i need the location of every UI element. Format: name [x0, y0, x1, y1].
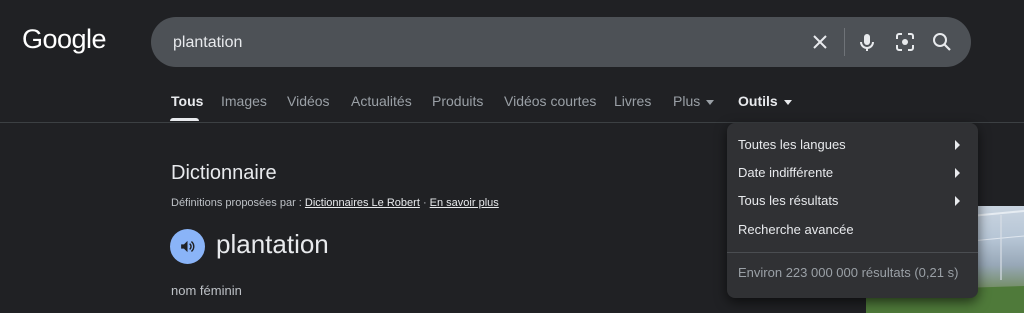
tab-images[interactable]: Images — [221, 93, 267, 109]
learn-more-link[interactable]: En savoir plus — [430, 197, 499, 209]
google-logo[interactable]: Google — [22, 24, 107, 55]
tab-products[interactable]: Produits — [432, 93, 483, 109]
tab-more[interactable]: Plus — [673, 93, 715, 109]
tab-more-label: Plus — [673, 93, 701, 109]
chevron-right-icon — [955, 140, 960, 150]
part-of-speech: nom féminin — [171, 283, 242, 298]
dictionary-word: plantation — [216, 229, 329, 259]
chevron-right-icon — [955, 196, 960, 206]
speaker-icon — [181, 240, 195, 253]
search-divider — [844, 28, 845, 56]
menu-divider — [727, 252, 978, 253]
chevron-down-icon — [783, 99, 792, 105]
search-input[interactable] — [171, 17, 735, 69]
result-stats: Environ 223 000 000 résultats (0,21 s) — [738, 265, 959, 280]
tab-all[interactable]: Tous — [171, 93, 203, 109]
tab-tools-label: Outils — [738, 93, 778, 109]
tools-menu: Toutes les langues Date indifférente Tou… — [727, 123, 978, 298]
microphone-icon[interactable] — [855, 30, 879, 54]
menu-item-languages-label: Toutes les langues — [738, 137, 846, 152]
search-tabs: Tous Images Vidéos Actualités Produits V… — [0, 93, 1024, 123]
menu-item-date[interactable]: Date indifférente — [738, 165, 968, 180]
tab-books[interactable]: Livres — [614, 93, 651, 109]
menu-item-advanced-search[interactable]: Recherche avancée — [738, 222, 968, 237]
pronunciation-button[interactable] — [170, 229, 205, 264]
tab-shorts[interactable]: Vidéos courtes — [504, 93, 596, 109]
search-icon[interactable] — [930, 30, 954, 54]
dictionary-title: Dictionnaire — [171, 162, 277, 184]
dictionary-source: Définitions proposées par : Dictionnaire… — [171, 197, 499, 209]
menu-item-results-label: Tous les résultats — [738, 193, 839, 208]
tab-videos[interactable]: Vidéos — [287, 93, 330, 109]
chevron-down-icon — [706, 99, 715, 105]
menu-item-languages[interactable]: Toutes les langues — [738, 137, 968, 152]
tab-tools[interactable]: Outils — [738, 93, 792, 109]
active-tab-indicator — [170, 118, 199, 121]
tab-news[interactable]: Actualités — [351, 93, 412, 109]
search-box — [151, 17, 971, 69]
source-separator: · — [422, 197, 427, 209]
clear-icon[interactable] — [808, 30, 832, 54]
chevron-right-icon — [955, 168, 960, 178]
source-link[interactable]: Dictionnaires Le Robert — [305, 197, 420, 209]
source-prefix: Définitions proposées par : — [171, 197, 302, 209]
menu-item-results[interactable]: Tous les résultats — [738, 193, 968, 208]
menu-item-date-label: Date indifférente — [738, 165, 834, 180]
lens-camera-icon[interactable] — [893, 30, 917, 54]
